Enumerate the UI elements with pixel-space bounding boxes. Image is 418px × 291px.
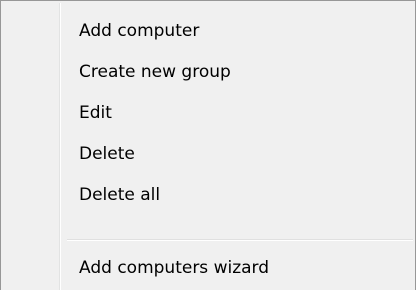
menu-item-label: Delete bbox=[79, 144, 135, 164]
menu-item-label: Add computers wizard bbox=[79, 258, 270, 278]
menu-item-label: Add computer bbox=[79, 21, 200, 41]
context-menu: Add computer Create new group Edit Delet… bbox=[0, 0, 416, 290]
menu-item-add-computers-wizard[interactable]: Add computers wizard bbox=[1, 251, 415, 291]
menu-item-create-new-group[interactable]: Create new group bbox=[1, 55, 415, 95]
menu-item-edit[interactable]: Edit bbox=[1, 96, 415, 136]
menu-item-delete[interactable]: Delete bbox=[1, 137, 415, 177]
menu-item-delete-all[interactable]: Delete all bbox=[1, 178, 415, 218]
menu-item-label: Edit bbox=[79, 103, 112, 123]
menu-item-label: Delete all bbox=[79, 185, 161, 205]
menu-item-add-computer[interactable]: Add computer bbox=[1, 14, 415, 54]
menu-separator bbox=[67, 239, 413, 241]
menu-item-label: Create new group bbox=[79, 62, 231, 82]
